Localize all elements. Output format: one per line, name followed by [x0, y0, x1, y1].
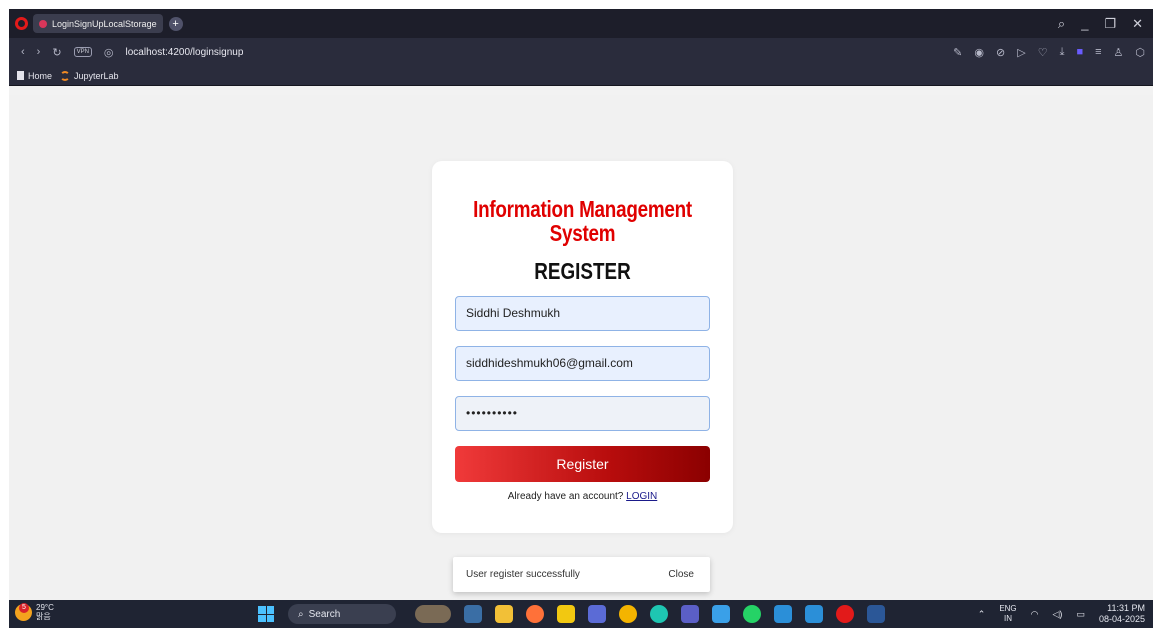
firefox-icon[interactable]	[526, 605, 544, 623]
toast-close-button[interactable]: Close	[668, 569, 694, 580]
weather-widget[interactable]: 5 29°C 맑음	[15, 602, 54, 621]
globe-icon: ◎	[103, 46, 114, 59]
register-button[interactable]: Register	[455, 446, 710, 482]
menu-icon[interactable]: ≡	[1095, 46, 1101, 59]
play-icon[interactable]: ▷	[1017, 46, 1025, 59]
edge-icon[interactable]	[650, 605, 668, 623]
password-field[interactable]: ••••••••••	[455, 396, 710, 431]
bookmark-label: Home	[28, 70, 53, 81]
profile-icon[interactable]: ♙	[1114, 46, 1124, 59]
battery-icon[interactable]: ▭	[1076, 609, 1085, 620]
restore-icon[interactable]: ❐	[1104, 16, 1116, 32]
windows-start-icon[interactable]	[258, 606, 274, 622]
vpn-badge[interactable]: VPN	[73, 47, 92, 57]
weather-desc: 맑음	[36, 612, 51, 621]
url-field[interactable]: localhost:4200/loginsignup	[126, 47, 244, 58]
new-tab-button[interactable]: +	[168, 16, 183, 31]
weather-sun-icon: 5	[15, 602, 32, 621]
register-heading: REGISTER	[534, 258, 631, 284]
edit-icon[interactable]: ✎	[953, 46, 962, 59]
close-window-icon[interactable]: ✕	[1132, 16, 1143, 32]
login-prompt-row: Already have an account? LOGIN	[432, 491, 733, 502]
weather-temp: 29°C	[36, 603, 54, 612]
reload-icon[interactable]: ↻	[52, 46, 61, 59]
search-icon: ⌕	[298, 608, 304, 620]
taskbar-apps	[415, 605, 885, 623]
lang-top: ENG	[999, 604, 1017, 613]
bookmark-label: JupyterLab	[74, 70, 119, 81]
extension-icon[interactable]: ■	[1076, 46, 1083, 59]
vscode-icon[interactable]	[774, 605, 792, 623]
login-prompt-text: Already have an account?	[507, 491, 624, 502]
tab-bar: LoginSignUpLocalStorage + ⌕ _ ❐ ✕	[9, 9, 1153, 38]
whatsapp-icon[interactable]	[743, 605, 761, 623]
window-controls: ⌕ _ ❐ ✕	[1058, 16, 1153, 32]
search-label: Search	[308, 608, 341, 620]
opera-icon[interactable]	[836, 605, 854, 623]
weather-badge: 5	[19, 602, 29, 613]
cube-icon[interactable]: ⬡	[1135, 46, 1145, 59]
app-icon[interactable]	[588, 605, 606, 623]
heart-icon[interactable]: ♡	[1038, 46, 1048, 59]
name-field[interactable]: Siddhi Deshmukh	[455, 296, 710, 331]
jupyter-icon	[60, 70, 71, 81]
document-icon	[17, 71, 24, 80]
tab-favicon-icon	[39, 19, 47, 28]
taskbar-search[interactable]: ⌕ Search	[288, 604, 396, 624]
login-link[interactable]: LOGIN	[626, 491, 657, 502]
toast-message: User register successfully	[466, 569, 580, 580]
bookmark-jupyterlab[interactable]: JupyterLab	[60, 70, 119, 81]
app-title: Information Management System	[473, 196, 692, 246]
volume-icon[interactable]: ◁)	[1053, 609, 1063, 620]
widget-app-icon[interactable]	[415, 605, 451, 623]
vscode-icon[interactable]	[805, 605, 823, 623]
download-icon[interactable]: ⤓	[1060, 46, 1065, 59]
register-card: Information Management System REGISTER S…	[432, 161, 733, 533]
minimize-icon[interactable]: _	[1081, 16, 1088, 32]
teams-icon[interactable]	[681, 605, 699, 623]
bookmark-home[interactable]: Home	[17, 71, 52, 81]
chrome-icon[interactable]	[619, 605, 637, 623]
opera-logo-icon[interactable]	[15, 17, 28, 30]
email-field[interactable]: siddhideshmukh06@gmail.com	[455, 346, 710, 381]
system-tray: ⌃ ENG IN ◠ ◁) ▭ 11:31 PM 08-04-2025	[978, 603, 1145, 625]
browser-window: LoginSignUpLocalStorage + ⌕ _ ❐ ✕ ‹ › ↻ …	[9, 9, 1153, 600]
page-viewport: Information Management System REGISTER S…	[9, 95, 1153, 600]
address-bar: ‹ › ↻ VPN ◎ localhost:4200/loginsignup ✎…	[9, 38, 1153, 66]
language-indicator[interactable]: ENG IN	[999, 604, 1016, 624]
file-explorer-icon[interactable]	[495, 605, 513, 623]
clock[interactable]: 11:31 PM 08-04-2025	[1099, 603, 1145, 625]
clock-time: 11:31 PM	[1107, 603, 1145, 613]
back-icon[interactable]: ‹	[21, 46, 25, 58]
wifi-icon[interactable]: ◠	[1031, 609, 1039, 620]
bookmarks-bar: Home JupyterLab	[9, 66, 1153, 86]
snackbar-toast: User register successfully Close	[453, 557, 710, 592]
chevron-up-icon[interactable]: ⌃	[978, 609, 986, 620]
lang-bottom: IN	[1003, 614, 1012, 623]
toolbar-icons: ✎ ◉ ⊘ ▷ ♡ ⤓ ■ ≡ ♙ ⬡	[953, 46, 1153, 59]
forward-icon[interactable]: ›	[37, 46, 41, 58]
taskbar: 5 29°C 맑음 ⌕ Search ⌃ ENG IN ◠ ◁) ▭ 11:31…	[9, 600, 1153, 628]
app-icon[interactable]	[712, 605, 730, 623]
shield-icon[interactable]: ⊘	[996, 46, 1005, 59]
browser-tab[interactable]: LoginSignUpLocalStorage	[33, 14, 163, 33]
word-icon[interactable]	[867, 605, 885, 623]
tab-search-icon[interactable]: ⌕	[1058, 16, 1065, 32]
clock-date: 08-04-2025	[1098, 614, 1145, 624]
camera-icon[interactable]: ◉	[974, 46, 984, 59]
tab-title: LoginSignUpLocalStorage	[52, 18, 157, 29]
task-view-icon[interactable]	[464, 605, 482, 623]
power-bi-icon[interactable]	[557, 605, 575, 623]
